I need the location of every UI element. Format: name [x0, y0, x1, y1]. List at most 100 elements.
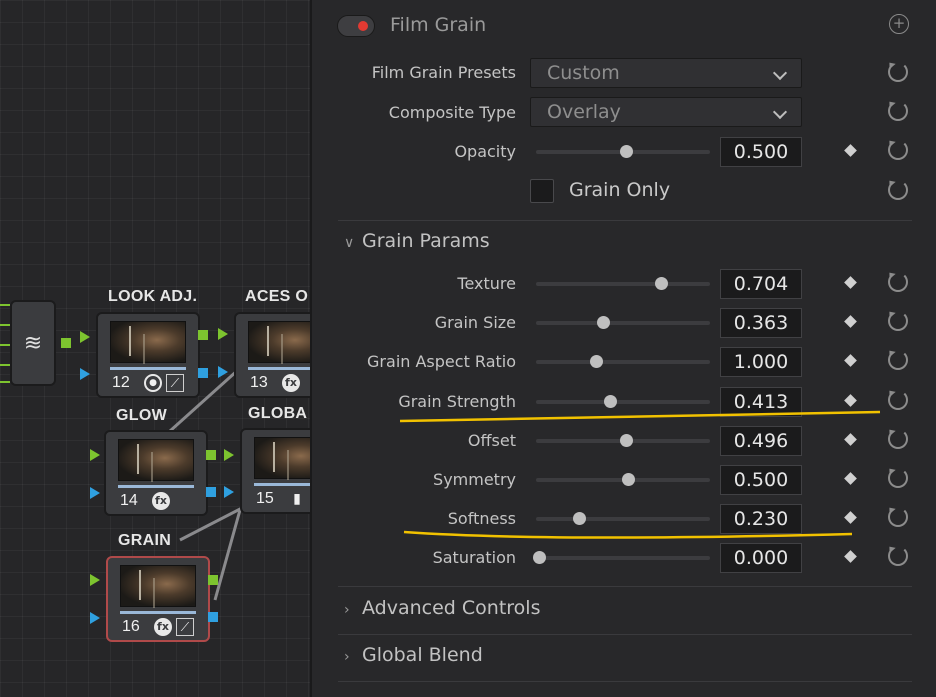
node-aces[interactable]: 13 fx [234, 312, 310, 398]
keyframe-icon[interactable] [844, 276, 857, 289]
node-title: LOOK ADJ. [108, 288, 198, 305]
output-port[interactable] [208, 575, 218, 585]
advanced-controls-section[interactable]: › Advanced Controls [344, 597, 540, 619]
node-look-adj[interactable]: 12 ● ⟋ [96, 312, 200, 398]
keyframe-icon[interactable] [844, 433, 857, 446]
reset-icon[interactable] [888, 140, 908, 160]
chevron-right-icon: › [344, 602, 350, 618]
keyframe-icon[interactable] [844, 315, 857, 328]
param-slider[interactable] [536, 395, 710, 408]
node-title: GRAIN [118, 532, 172, 549]
layer-mixer-node[interactable]: ≋ [10, 300, 56, 386]
param-slider[interactable] [536, 277, 710, 290]
param-label: Grain Strength [398, 392, 516, 411]
param-value[interactable]: 0.500 [720, 465, 802, 495]
output-port[interactable] [61, 338, 71, 348]
reset-icon[interactable] [888, 62, 908, 82]
param-label: Softness [447, 509, 516, 528]
node-grain[interactable]: 16 fx ⟋ [106, 556, 210, 642]
grain-only-checkbox[interactable] [530, 179, 554, 203]
keyframe-icon[interactable] [844, 394, 857, 407]
node-thumbnail [120, 565, 196, 607]
param-label: Grain Aspect Ratio [367, 352, 516, 371]
param-value[interactable]: 0.363 [720, 308, 802, 338]
slider-knob[interactable] [533, 551, 546, 564]
node-graph[interactable]: ≋ LOOK ADJ. 12 ● ⟋ ACES O 13 fx GLOW 14 … [0, 0, 310, 697]
param-value[interactable]: 0.413 [720, 387, 802, 417]
node-number: 14 [120, 492, 138, 509]
fx-icon: fx [152, 492, 170, 510]
grain-only-label: Grain Only [569, 179, 671, 201]
reset-icon[interactable] [888, 272, 908, 292]
node-number: 16 [122, 618, 140, 635]
param-slider[interactable] [536, 512, 710, 525]
param-value[interactable]: 0.496 [720, 426, 802, 456]
keyframe-icon[interactable] [844, 511, 857, 524]
chevron-right-icon: › [344, 649, 350, 665]
slider-knob[interactable] [604, 395, 617, 408]
slider-knob[interactable] [597, 316, 610, 329]
param-slider[interactable] [536, 355, 710, 368]
node-global[interactable]: 15 ▮ [240, 428, 310, 514]
inspector-panel: Film Grain + Film Grain Presets Custom C… [310, 0, 936, 697]
input-arrow [90, 449, 100, 461]
reset-icon[interactable] [888, 101, 908, 121]
chevron-down-icon [772, 65, 788, 81]
reset-icon[interactable] [888, 429, 908, 449]
param-label: Saturation [432, 548, 516, 567]
param-slider[interactable] [536, 316, 710, 329]
node-number: 13 [250, 374, 268, 391]
output-port[interactable] [206, 487, 216, 497]
effect-header: Film Grain + [312, 0, 936, 52]
global-blend-section[interactable]: › Global Blend [344, 644, 483, 666]
layers-icon: ≋ [23, 330, 43, 356]
keyframe-icon[interactable] [844, 354, 857, 367]
keyframe-icon[interactable] [844, 472, 857, 485]
composite-dropdown[interactable]: Overlay [530, 97, 802, 127]
keyframe-icon[interactable] [844, 550, 857, 563]
node-number: 15 [256, 490, 274, 507]
input-arrow [218, 366, 228, 378]
slider-knob[interactable] [622, 473, 635, 486]
output-port[interactable] [206, 450, 216, 460]
effect-enable-toggle[interactable] [337, 15, 375, 37]
opacity-value[interactable]: 0.500 [720, 137, 802, 167]
param-slider[interactable] [536, 473, 710, 486]
node-title: ACES O [245, 288, 309, 305]
add-icon[interactable]: + [889, 14, 909, 34]
param-label: Texture [457, 274, 516, 293]
bars-icon: ▮ [293, 491, 301, 507]
param-value[interactable]: 0.000 [720, 543, 802, 573]
param-value[interactable]: 0.230 [720, 504, 802, 534]
reset-icon[interactable] [888, 507, 908, 527]
opacity-slider[interactable] [536, 145, 710, 158]
output-port[interactable] [198, 330, 208, 340]
slider-knob[interactable] [590, 355, 603, 368]
keyframe-icon[interactable] [844, 144, 857, 157]
slider-knob[interactable] [655, 277, 668, 290]
param-slider[interactable] [536, 434, 710, 447]
reset-icon[interactable] [888, 311, 908, 331]
reset-icon[interactable] [888, 390, 908, 410]
slider-knob[interactable] [620, 145, 633, 158]
reset-icon[interactable] [888, 350, 908, 370]
output-port[interactable] [198, 368, 208, 378]
param-label: Offset [467, 431, 516, 450]
param-label: Symmetry [433, 470, 516, 489]
grain-params-section[interactable]: ∨ Grain Params [344, 230, 490, 252]
circle-icon: ● [144, 374, 162, 392]
reset-icon[interactable] [888, 468, 908, 488]
node-title: GLOBA [248, 405, 308, 422]
param-slider[interactable] [533, 551, 710, 564]
param-value[interactable]: 0.704 [720, 269, 802, 299]
slider-knob[interactable] [620, 434, 633, 447]
node-title: GLOW [116, 407, 167, 424]
slider-knob[interactable] [573, 512, 586, 525]
reset-icon[interactable] [888, 180, 908, 200]
presets-dropdown[interactable]: Custom [530, 58, 802, 88]
node-glow[interactable]: 14 fx [104, 430, 208, 516]
param-value[interactable]: 1.000 [720, 347, 802, 377]
output-port[interactable] [208, 612, 218, 622]
input-arrow [90, 574, 100, 586]
reset-icon[interactable] [888, 546, 908, 566]
